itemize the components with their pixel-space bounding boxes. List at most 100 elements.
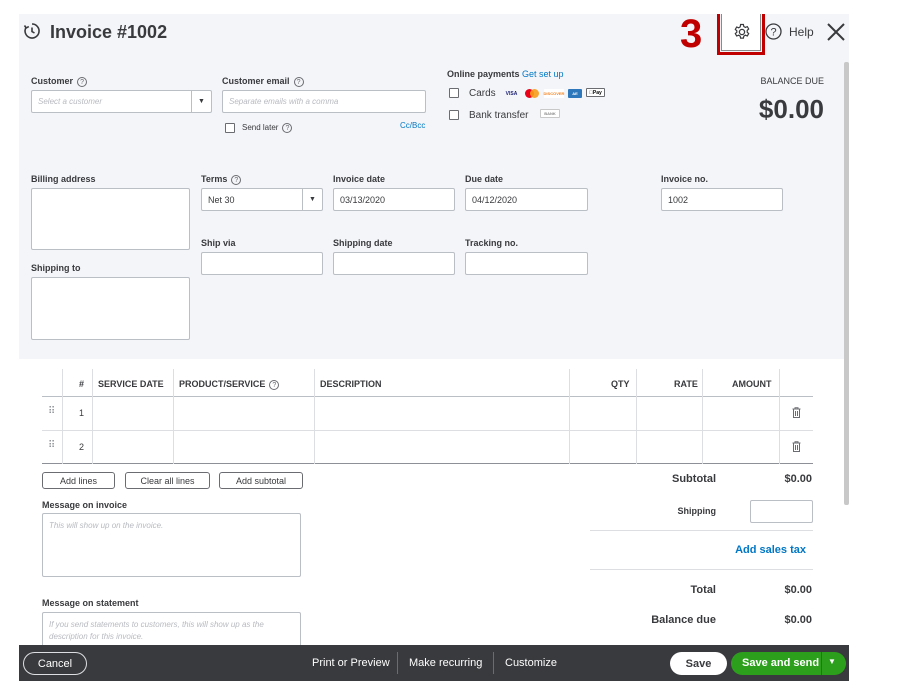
bank-logo: BANK <box>540 109 560 118</box>
info-icon[interactable]: ? <box>293 76 304 87</box>
subtotal-label: Subtotal <box>672 473 716 485</box>
visa-logo: VISA <box>505 90 518 97</box>
cancel-button[interactable]: Cancel <box>23 652 87 675</box>
svg-text:?: ? <box>770 27 776 39</box>
drag-handle-icon[interactable]: ⠿ <box>48 406 55 417</box>
billing-address-field[interactable] <box>31 188 190 250</box>
customer-email-field[interactable]: Separate emails with a comma <box>222 90 426 113</box>
mastercard-logo <box>524 89 540 98</box>
trash-icon[interactable] <box>792 441 801 452</box>
clear-all-lines-button[interactable]: Clear all lines <box>125 472 210 489</box>
total-value: $0.00 <box>784 584 812 596</box>
shipping-to-label: Shipping to <box>31 263 81 273</box>
save-and-send-label: Save and send <box>742 657 820 669</box>
shipping-date-label: Shipping date <box>333 238 393 248</box>
drag-handle-icon[interactable]: ⠿ <box>48 440 55 451</box>
page-title: Invoice #1002 <box>50 22 168 42</box>
help-link[interactable]: Help <box>789 25 814 39</box>
shipping-amount-field[interactable] <box>750 500 813 523</box>
bank-transfer-checkbox[interactable] <box>449 110 459 120</box>
save-button[interactable]: Save <box>670 652 727 675</box>
ship-via-field[interactable] <box>201 252 323 275</box>
table-row[interactable]: ⠿ 2 <box>42 431 813 464</box>
col-rate-header: RATE <box>674 379 698 389</box>
cards-label: Cards <box>469 88 496 99</box>
billing-address-label: Billing address <box>31 174 96 184</box>
message-invoice-label: Message on invoice <box>42 500 128 510</box>
message-invoice-field[interactable]: This will show up on the invoice. <box>42 513 301 577</box>
balance-due-amount: $0.00 <box>758 94 824 124</box>
info-icon[interactable]: ? <box>282 123 293 133</box>
add-lines-button[interactable]: Add lines <box>42 472 115 489</box>
invoice-no-field[interactable]: 1002 <box>661 188 783 211</box>
col-service-date-header: SERVICE DATE <box>98 379 164 389</box>
shipping-to-field[interactable] <box>31 277 190 340</box>
get-set-up-link[interactable]: Get set up <box>522 69 564 79</box>
balance-due-footer-label: Balance due <box>651 614 716 626</box>
send-later-checkbox[interactable] <box>225 123 235 133</box>
shipping-date-field[interactable] <box>333 252 455 275</box>
trash-icon[interactable] <box>792 407 801 418</box>
customer-email-label: Customer email? <box>222 76 304 87</box>
shipping-label: Shipping <box>677 506 717 516</box>
total-label: Total <box>690 584 716 596</box>
table-row[interactable]: ⠿ 1 <box>42 397 813 430</box>
chevron-down-icon: ▼ <box>191 91 211 112</box>
due-date-label: Due date <box>465 174 504 184</box>
recent-transactions-icon[interactable] <box>23 22 41 40</box>
tracking-no-label: Tracking no. <box>465 238 519 248</box>
col-description-header: DESCRIPTION <box>320 379 382 389</box>
row-number: 2 <box>79 442 85 452</box>
save-and-send-button[interactable]: Save and send ▼ <box>731 652 846 675</box>
help-icon[interactable]: ? <box>765 23 782 40</box>
divider <box>590 530 813 531</box>
terms-label: Terms? <box>201 174 242 185</box>
subtotal-value: $0.00 <box>784 473 812 485</box>
terms-select[interactable]: Net 30 ▼ <box>201 188 323 211</box>
settings-button[interactable] <box>721 14 761 51</box>
cc-bcc-link[interactable]: Cc/Bcc <box>400 121 425 130</box>
info-icon[interactable]: ? <box>231 174 242 185</box>
row-number: 1 <box>79 408 85 418</box>
info-icon[interactable]: ? <box>77 76 88 87</box>
add-sales-tax-link[interactable]: Add sales tax <box>735 544 806 556</box>
print-preview-link[interactable]: Print or Preview <box>312 657 390 669</box>
message-statement-label: Message on statement <box>42 598 139 608</box>
apple-pay-logo: Pay <box>586 88 605 97</box>
col-product-service-header: PRODUCT/SERVICE? <box>179 379 280 390</box>
tracking-no-field[interactable] <box>465 252 588 275</box>
divider <box>590 569 813 570</box>
col-amount-header: AMOUNT <box>732 379 772 389</box>
divider <box>397 652 398 674</box>
cards-checkbox[interactable] <box>449 88 459 98</box>
customize-link[interactable]: Customize <box>505 657 557 669</box>
make-recurring-link[interactable]: Make recurring <box>409 657 482 669</box>
balance-due-footer-value: $0.00 <box>784 614 812 626</box>
scrollbar[interactable] <box>844 62 849 505</box>
info-icon[interactable]: ? <box>269 379 280 390</box>
balance-due-label: BALANCE DUE <box>760 76 824 86</box>
chevron-down-icon[interactable]: ▼ <box>828 657 836 666</box>
gear-icon <box>734 23 750 39</box>
divider <box>821 652 822 675</box>
discover-logo: DISCOVER <box>543 89 565 98</box>
col-num-header: # <box>79 379 85 389</box>
online-payments-label: Online payments <box>447 69 520 79</box>
customer-select[interactable]: Select a customer ▼ <box>31 90 212 113</box>
invoice-window: Invoice #1002 3 ? Help Customer? Select … <box>19 14 849 681</box>
bank-transfer-label: Bank transfer <box>469 110 529 121</box>
chevron-down-icon: ▼ <box>302 189 322 210</box>
footer-bar: Cancel Print or Preview Make recurring C… <box>19 645 849 681</box>
due-date-field[interactable]: 04/12/2020 <box>465 188 588 211</box>
amex-logo: AE <box>568 89 582 98</box>
invoice-no-label: Invoice no. <box>661 174 709 184</box>
close-icon[interactable] <box>826 22 846 42</box>
step-marker: 3 <box>680 14 703 56</box>
customer-label: Customer? <box>31 76 88 87</box>
col-qty-header: QTY <box>611 379 630 389</box>
add-subtotal-button[interactable]: Add subtotal <box>219 472 303 489</box>
divider <box>493 652 494 674</box>
ship-via-label: Ship via <box>201 238 236 248</box>
invoice-date-field[interactable]: 03/13/2020 <box>333 188 455 211</box>
invoice-date-label: Invoice date <box>333 174 386 184</box>
